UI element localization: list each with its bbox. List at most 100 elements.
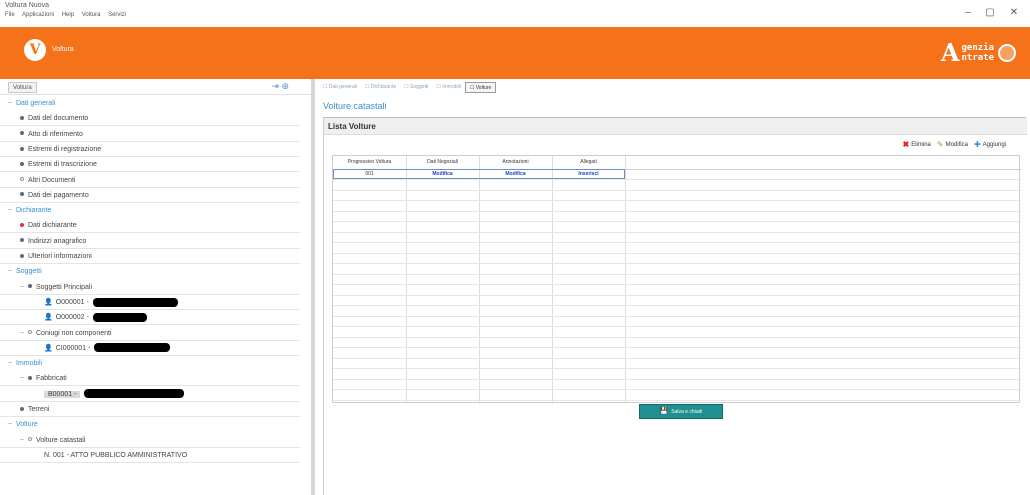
emblem-icon (998, 44, 1016, 62)
tree-section[interactable]: − Dati generali (0, 97, 300, 111)
edit-button[interactable]: ✎ Modifica (937, 140, 968, 149)
tree-item[interactable]: Atto di riferimento (0, 128, 300, 142)
tree-section[interactable]: − Volture (0, 418, 300, 432)
save-close-button[interactable]: 💾 Salva e chiudi (639, 404, 723, 419)
redacted-name-bar (94, 343, 171, 353)
menu-applicazioni[interactable]: Applicazioni (22, 12, 54, 18)
grid-col-divider (479, 156, 480, 404)
tab-dati-generali[interactable]: ☐ Dati generali (319, 82, 361, 93)
tree-item[interactable]: Indirizzi anagrafico (0, 235, 300, 249)
tree-item[interactable]: Terreni (0, 403, 300, 417)
maximize-button[interactable]: ▢ (982, 6, 998, 20)
tree-item[interactable]: Estremi di registrazione (0, 143, 300, 157)
app-header: V Voltura A genzia ntrate (0, 27, 1030, 79)
collapse-toggle-icon[interactable]: − (8, 357, 16, 371)
tree-item-label: Volture catastali (36, 436, 86, 444)
grid-col-divider (552, 156, 553, 404)
link-modifica-annotazioni[interactable]: Modifica (479, 169, 552, 179)
tree-item-label: Dati dei pagamento (28, 191, 89, 199)
app-name: Voltura (52, 46, 74, 53)
link-modifica-dati-negoziali[interactable]: Modifica (406, 169, 479, 179)
delete-icon: ✖ (902, 140, 910, 149)
agency-logo-line2: ntrate (961, 53, 994, 63)
window-title: Voltura Nuova (5, 2, 49, 9)
tree-item-label: Volture (16, 421, 38, 429)
tree-item-label: Terreni (28, 406, 50, 413)
add-button[interactable]: ✚ Aggiungi (974, 140, 1006, 149)
tree-voltura-item[interactable]: N. 001 - ATTO PUBBLICO AMMINISTRATIVO (0, 449, 300, 463)
grid-actions: ✖ Elimina ✎ Modifica ✚ Aggiungi (903, 140, 1007, 149)
tree-group[interactable]: − Fabbricati (0, 372, 300, 387)
tab-dichiarante[interactable]: ☐ Dichiarante (361, 82, 400, 93)
grid-row-divider (333, 389, 1021, 390)
person-icon: 👤 (44, 298, 53, 306)
tree-section[interactable]: − Soggetti (0, 265, 300, 279)
tab-label: Soggetti (410, 84, 429, 90)
tree-item-label: Atto di riferimento (28, 130, 83, 138)
tree-item[interactable]: Altri Documenti (0, 174, 300, 188)
tree-item-label: Coniugi non componenti (36, 329, 112, 337)
grid-row-divider (333, 189, 1021, 191)
tab-volture[interactable]: ☐ Volture (464, 82, 497, 93)
delete-button[interactable]: ✖ Elimina (903, 140, 931, 149)
tree-item-label: Soggetti Principali (36, 283, 93, 291)
main-tabs: ☐ Dati generali ☐ Dichiarante ☐ Soggetti… (319, 82, 497, 93)
tree-item[interactable]: Dati dei pagamento (0, 189, 300, 203)
tree-group[interactable]: − Coniugi non componenti (0, 327, 300, 341)
tree-person[interactable]: 👤 CI000001 - (0, 342, 300, 356)
tree-group[interactable]: − Volture catastali (0, 434, 300, 448)
collapse-toggle-icon[interactable]: − (20, 434, 28, 448)
menu-file[interactable]: File (5, 12, 15, 18)
save-close-label: Salva e chiudi (671, 409, 703, 415)
tree-section[interactable]: − Immobili (0, 357, 300, 371)
tree-section[interactable]: − Dichiarante (0, 204, 300, 218)
delete-label: Elimina (911, 141, 931, 148)
tab-soggetti[interactable]: ☐ Soggetti (400, 82, 432, 93)
collapse-toggle-icon[interactable]: − (8, 97, 16, 111)
link-inserisci-allegati[interactable]: Inserisci (552, 169, 625, 179)
column-header-allegati[interactable]: Allegati (552, 156, 625, 169)
status-dot-icon (20, 131, 24, 136)
grid-col-divider (625, 156, 626, 404)
close-button[interactable]: ✕ (1006, 6, 1022, 20)
sidebar-tab-voltura[interactable]: Voltura (8, 82, 37, 93)
tree-person[interactable]: 👤 O000002 - (0, 311, 300, 326)
column-header-annotazioni[interactable]: Annotazioni (479, 156, 552, 169)
status-dot-icon (20, 406, 24, 411)
person-icon: 👤 (44, 314, 53, 322)
menu-help[interactable]: Help (62, 12, 74, 18)
tab-immobili[interactable]: ☐ Immobili (432, 82, 465, 93)
collapse-toggle-icon[interactable]: − (8, 418, 16, 432)
collapse-toggle-icon[interactable]: − (20, 327, 28, 341)
tab-label: Dichiarante (370, 84, 397, 90)
collapse-toggle-icon[interactable]: − (8, 204, 16, 218)
status-dot-icon (20, 177, 24, 182)
grid-col-divider (406, 156, 407, 404)
sidebar-toolbar: Voltura ⇥ ⊕ (0, 79, 311, 95)
tree-item-label: Dichiarante (16, 207, 52, 215)
tree-item[interactable]: Estremi di trascrizione (0, 158, 300, 173)
status-dot-icon (28, 284, 32, 289)
collapse-toggle-icon[interactable]: − (8, 265, 16, 279)
sidebar-tools-icon[interactable]: ⇥ ⊕ (271, 81, 289, 92)
collapse-toggle-icon[interactable]: − (20, 281, 28, 295)
status-dot-icon (20, 115, 24, 120)
tree-group[interactable]: − Soggetti Principali (0, 281, 300, 295)
add-label: Aggiungi (982, 141, 1006, 148)
grid-row-divider (333, 200, 1021, 201)
person-icon: 👤 (44, 344, 53, 352)
tree-item[interactable]: Ulteriori informazioni (0, 250, 300, 264)
column-header-progressivo[interactable]: Progressivo Voltura (333, 156, 406, 169)
page-title: Volture catastali (323, 101, 387, 111)
menu-servizi[interactable]: Servizi (108, 12, 126, 18)
grid-row-divider (333, 357, 1021, 359)
cell-progressivo: 001 (365, 171, 374, 177)
menu-voltura[interactable]: Voltura (82, 12, 101, 18)
minimize-button[interactable]: – (960, 6, 976, 20)
tree-person[interactable]: 👤 O000001 - (0, 296, 300, 310)
collapse-toggle-icon[interactable]: − (20, 372, 28, 386)
tree-item[interactable]: Dati del documento (0, 112, 300, 127)
column-header-dati-negoziali[interactable]: Dati Negoziali (406, 156, 479, 169)
tree-building[interactable]: B00001 - (0, 388, 300, 402)
tree-item[interactable]: Dati dichiarante (0, 219, 300, 234)
